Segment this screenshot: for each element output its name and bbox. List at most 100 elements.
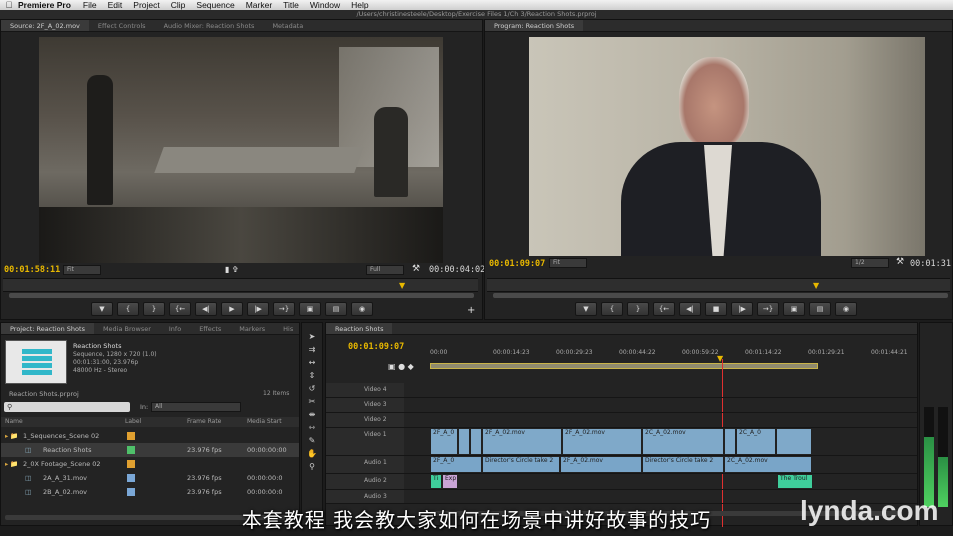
tab-audio-mixer[interactable]: Audio Mixer: Reaction Shots (155, 20, 264, 31)
tab-program[interactable]: Program: Reaction Shots (485, 20, 584, 31)
col-label[interactable]: Label (125, 417, 141, 427)
program-step-back-button[interactable]: ◀| (679, 302, 701, 316)
razor-tool-icon[interactable]: ✂ (307, 396, 318, 407)
source-video-frame[interactable] (39, 37, 443, 263)
apple-icon[interactable]:  (0, 0, 18, 10)
app-name[interactable]: Premiere Pro (18, 0, 71, 10)
program-scrubber[interactable]: ▼ (487, 278, 950, 292)
track-header-v1[interactable]: Video 1 (326, 428, 404, 455)
program-mark-out-button[interactable]: } (627, 302, 649, 316)
track-header-v4[interactable]: Video 4 (326, 383, 404, 397)
program-zoom-bar[interactable] (493, 293, 948, 298)
tab-source[interactable]: Source: 2F_A_02.mov (1, 20, 89, 31)
tab-markers[interactable]: Markers (230, 323, 274, 334)
mark-icon[interactable]: ▮ ✞ (225, 265, 239, 274)
program-export-frame-button[interactable]: ◉ (835, 302, 857, 316)
audio-clip[interactable]: The Troul (777, 474, 813, 489)
menu-project[interactable]: Project (133, 0, 159, 10)
program-quality-dropdown[interactable]: 1/2 (851, 258, 889, 268)
slip-tool-icon[interactable]: ⇼ (307, 409, 318, 420)
audio-clip[interactable]: Director's Circle take 2 (642, 456, 724, 473)
video-clip[interactable]: 2F_A_02.mov (562, 428, 642, 455)
audio-clip[interactable]: 2F_A_0 (430, 456, 482, 473)
program-go-to-in-button[interactable]: {← (653, 302, 675, 316)
audio-clip[interactable]: Director's Circle take 2 (482, 456, 560, 473)
audio-clip[interactable]: 2F_A_02.mov (560, 456, 642, 473)
track-header-a2[interactable]: Audio 2 (326, 474, 404, 489)
go-to-in-button[interactable]: {← (169, 302, 191, 316)
wrench-icon[interactable]: ⚒ (412, 264, 420, 274)
list-item[interactable]: ▸ 📁 1_Sequences_Scene 02 (1, 429, 299, 443)
program-add-marker-button[interactable]: ▼ (575, 302, 597, 316)
program-go-to-out-button[interactable]: →} (757, 302, 779, 316)
track-header-a1[interactable]: Audio 1 (326, 456, 404, 473)
selection-tool-icon[interactable]: ➤ (307, 331, 318, 342)
rate-stretch-tool-icon[interactable]: ↺ (307, 383, 318, 394)
col-media-start[interactable]: Media Start (247, 417, 282, 427)
list-item[interactable]: ▸ 📁 2_0X Footage_Scene 02 (1, 457, 299, 471)
program-mark-in-button[interactable]: { (601, 302, 623, 316)
col-frame-rate[interactable]: Frame Rate (187, 417, 221, 427)
source-scrubber[interactable]: ▼ (3, 278, 478, 292)
menu-window[interactable]: Window (310, 0, 340, 10)
go-to-out-button[interactable]: →} (273, 302, 295, 316)
snap-icon[interactable]: ▣ ● ◆ (388, 362, 414, 371)
menu-help[interactable]: Help (351, 0, 368, 10)
menu-title[interactable]: Title (283, 0, 299, 10)
video-clip[interactable] (776, 428, 812, 455)
source-quality-dropdown[interactable]: Full (366, 265, 404, 275)
track-header-a3[interactable]: Audio 3 (326, 490, 404, 503)
source-fit-dropdown[interactable]: Fit (63, 265, 101, 275)
slide-tool-icon[interactable]: ⇿ (307, 422, 318, 433)
list-item[interactable]: ◫ 2A_A_31.mov 23.976 fps 00:00:00:0 (1, 471, 299, 485)
audio-clip[interactable]: Ti (430, 474, 442, 489)
menu-file[interactable]: File (83, 0, 97, 10)
extract-button[interactable]: ▤ (809, 302, 831, 316)
list-item[interactable]: ◫ Reaction Shots 23.976 fps 00:00:00:00 (1, 443, 299, 457)
video-clip[interactable]: 2F_A_0 (430, 428, 458, 455)
overwrite-button[interactable]: ▤ (325, 302, 347, 316)
video-clip[interactable]: 2C_A_02.mov (642, 428, 724, 455)
track-header-v3[interactable]: Video 3 (326, 398, 404, 412)
program-stop-button[interactable]: ■ (705, 302, 727, 316)
program-step-forward-button[interactable]: |▶ (731, 302, 753, 316)
tab-effects[interactable]: Effects (190, 323, 230, 334)
tab-info[interactable]: Info (160, 323, 190, 334)
audio-clip[interactable]: 2C_A_02.mov (724, 456, 812, 473)
mark-out-button[interactable]: } (143, 302, 165, 316)
ripple-edit-tool-icon[interactable]: ↔ (307, 357, 318, 368)
track-header-v2[interactable]: Video 2 (326, 413, 404, 427)
video-clip[interactable] (724, 428, 736, 455)
tab-reaction-shots[interactable]: Reaction Shots (326, 323, 393, 334)
source-timecode[interactable]: 00:01:58:11 (4, 265, 60, 275)
lift-button[interactable]: ▣ (783, 302, 805, 316)
video-clip[interactable]: 2F_A_02.mov (482, 428, 562, 455)
list-item[interactable]: ◫ 2B_A_02.mov 23.976 fps 00:00:00:0 (1, 485, 299, 499)
tab-media-browser[interactable]: Media Browser (94, 323, 160, 334)
source-playhead-icon[interactable]: ▼ (399, 281, 405, 290)
video-clip[interactable]: 2C_A_0 (736, 428, 776, 455)
search-input[interactable]: ⚲ (4, 402, 130, 412)
video-clip[interactable] (458, 428, 470, 455)
add-marker-button[interactable]: ▼ (91, 302, 113, 316)
step-back-button[interactable]: ◀| (195, 302, 217, 316)
program-wrench-icon[interactable]: ⚒ (896, 257, 904, 267)
program-playhead-icon[interactable]: ▼ (813, 281, 819, 290)
tab-effect-controls[interactable]: Effect Controls (89, 20, 155, 31)
video-clip[interactable] (470, 428, 482, 455)
col-name[interactable]: Name (5, 417, 23, 427)
work-area-bar[interactable] (430, 363, 818, 369)
time-ruler[interactable]: 00:00 00:00:14:23 00:00:29:23 00:00:44:22 00… (430, 345, 910, 373)
playhead-handle-icon[interactable]: ▼ (717, 354, 723, 363)
menu-clip[interactable]: Clip (171, 0, 186, 10)
hand-tool-icon[interactable]: ✋ (307, 448, 318, 459)
pen-tool-icon[interactable]: ✎ (307, 435, 318, 446)
step-forward-button[interactable]: |▶ (247, 302, 269, 316)
zoom-tool-icon[interactable]: ⚲ (307, 461, 318, 472)
menu-edit[interactable]: Edit (108, 0, 123, 10)
play-button[interactable]: ▶ (221, 302, 243, 316)
menu-sequence[interactable]: Sequence (196, 0, 234, 10)
track-select-tool-icon[interactable]: ⇉ (307, 344, 318, 355)
tab-history[interactable]: His (274, 323, 302, 334)
menu-marker[interactable]: Marker (246, 0, 272, 10)
